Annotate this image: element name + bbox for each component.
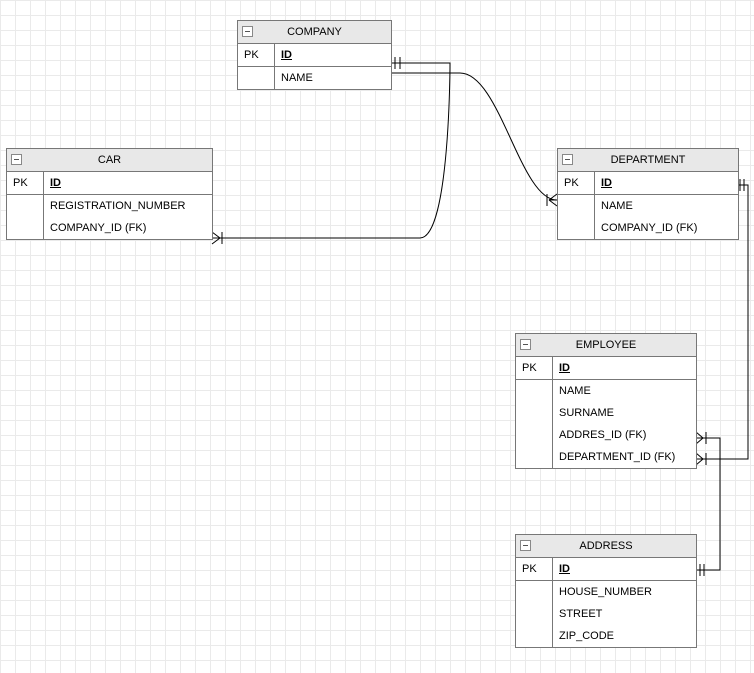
pk-field: ID xyxy=(601,177,612,189)
blank-keycell xyxy=(238,67,275,90)
entity-title-text: COMPANY xyxy=(287,26,342,38)
collapse-icon[interactable] xyxy=(11,154,22,165)
collapse-icon[interactable] xyxy=(562,154,573,165)
pk-label: PK xyxy=(516,357,553,380)
entity-car[interactable]: CAR PK ID REGISTRATION_NUMBER COMPANY_ID… xyxy=(6,148,213,240)
diagram-canvas: COMPANY PK ID NAME CAR PK ID REG xyxy=(0,0,754,673)
pk-label: PK xyxy=(238,44,275,67)
collapse-icon[interactable] xyxy=(242,26,253,37)
blank-keycell xyxy=(558,195,595,218)
blank-keycell xyxy=(516,446,553,468)
blank-keycell xyxy=(516,402,553,424)
entity-title: DEPARTMENT xyxy=(558,149,738,172)
attr-field: STREET xyxy=(553,603,697,625)
pk-label: PK xyxy=(516,558,553,581)
pk-field: ID xyxy=(559,563,570,575)
attr-field: COMPANY_ID (FK) xyxy=(44,217,213,239)
attr-field: DEPARTMENT_ID (FK) xyxy=(553,446,697,468)
entity-title: ADDRESS xyxy=(516,535,696,558)
entity-title-text: ADDRESS xyxy=(579,540,632,552)
blank-keycell xyxy=(516,424,553,446)
entity-company[interactable]: COMPANY PK ID NAME xyxy=(237,20,392,90)
entity-employee[interactable]: EMPLOYEE PK ID NAME SURNAME ADDRES_ID (F… xyxy=(515,333,697,469)
entity-title-text: DEPARTMENT xyxy=(611,154,686,166)
entity-title: COMPANY xyxy=(238,21,391,44)
pk-field: ID xyxy=(559,362,570,374)
attr-field: COMPANY_ID (FK) xyxy=(595,217,739,239)
collapse-icon[interactable] xyxy=(520,339,531,350)
blank-keycell xyxy=(516,603,553,625)
entity-department[interactable]: DEPARTMENT PK ID NAME COMPANY_ID (FK) xyxy=(557,148,739,240)
attr-field: ADDRES_ID (FK) xyxy=(553,424,697,446)
entity-title: EMPLOYEE xyxy=(516,334,696,357)
entity-title-text: CAR xyxy=(98,154,121,166)
pk-label: PK xyxy=(7,172,44,195)
entity-address[interactable]: ADDRESS PK ID HOUSE_NUMBER STREET ZIP_CO… xyxy=(515,534,697,648)
attr-field: NAME xyxy=(595,195,739,218)
blank-keycell xyxy=(558,217,595,239)
attr-field: SURNAME xyxy=(553,402,697,424)
rel-address-to-employee xyxy=(696,438,720,570)
collapse-icon[interactable] xyxy=(520,540,531,551)
pk-field: ID xyxy=(281,49,292,61)
entity-title: CAR xyxy=(7,149,212,172)
blank-keycell xyxy=(7,195,44,218)
attr-field: NAME xyxy=(275,67,392,90)
attr-field: NAME xyxy=(553,380,697,403)
blank-keycell xyxy=(516,625,553,647)
blank-keycell xyxy=(7,217,44,239)
blank-keycell xyxy=(516,581,553,604)
attr-field: ZIP_CODE xyxy=(553,625,697,647)
attr-field: REGISTRATION_NUMBER xyxy=(44,195,213,218)
entity-title-text: EMPLOYEE xyxy=(576,339,637,351)
blank-keycell xyxy=(516,380,553,403)
pk-field: ID xyxy=(50,177,61,189)
attr-field: HOUSE_NUMBER xyxy=(553,581,697,604)
pk-label: PK xyxy=(558,172,595,195)
rel-company-to-department xyxy=(391,73,557,200)
